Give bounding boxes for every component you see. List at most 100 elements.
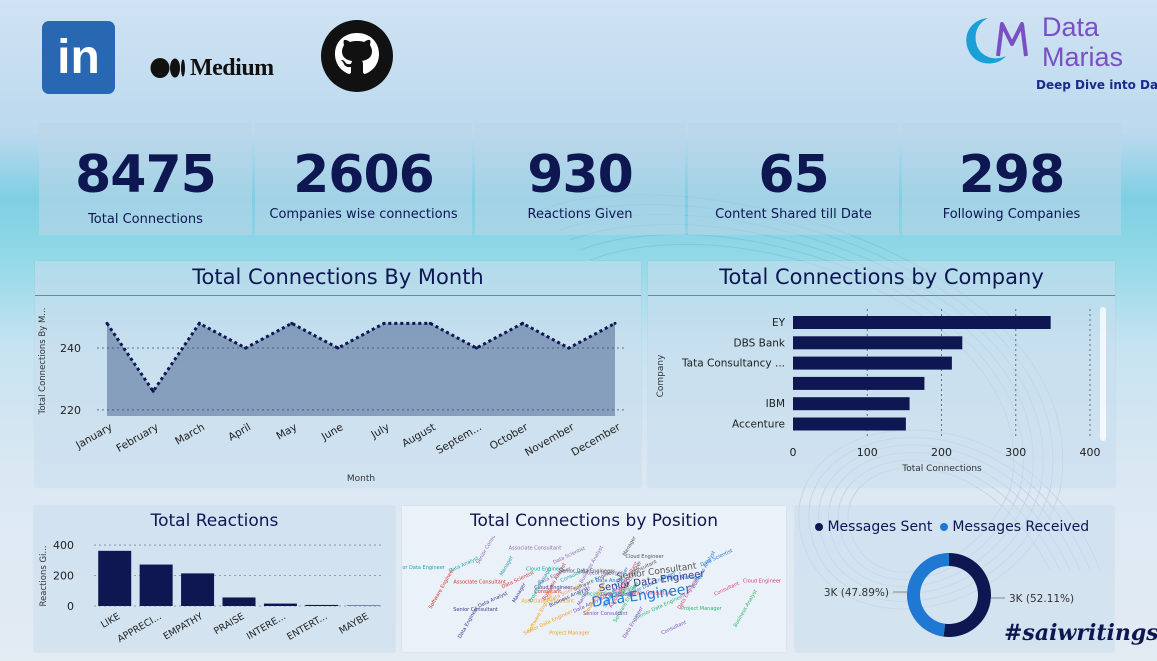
x-tick-label: April xyxy=(226,421,253,443)
y-tick-label: 200 xyxy=(53,570,74,583)
kpi-label: Total Connections xyxy=(88,212,203,227)
bar xyxy=(793,376,925,390)
legend-dot-received xyxy=(939,523,948,531)
brand-name-line2: Marias xyxy=(1042,42,1124,72)
word: Consultant xyxy=(713,581,740,598)
kpi-value: 298 xyxy=(958,145,1066,205)
word: Senior Consultant xyxy=(475,536,502,566)
legend-dot-sent xyxy=(815,523,823,531)
x-tick-label: EMPATHY xyxy=(162,611,206,643)
y-tick-label: 220 xyxy=(60,404,81,417)
data-marias-brand: Data Marias Deep Dive into Data xyxy=(958,10,1157,95)
bar xyxy=(305,604,339,606)
word: Senior Data Engineer xyxy=(559,568,613,574)
bar xyxy=(793,417,906,431)
bar xyxy=(793,316,1051,329)
bar xyxy=(793,356,952,370)
x-tick-label: LIKE xyxy=(99,611,122,631)
x-tick-label: Septem... xyxy=(434,421,484,457)
x-tick-label: August xyxy=(400,421,438,450)
word: Cloud Engineer xyxy=(625,554,664,560)
slice-label: 3K (52.11%) xyxy=(1009,593,1074,605)
category-label: IBM xyxy=(766,398,785,410)
data-point xyxy=(105,321,109,325)
kpi-value: 65 xyxy=(758,145,829,205)
brand-tagline: Deep Dive into Data xyxy=(1036,78,1157,92)
panel-connections-by-month: Total Connections By Month 220 240 January… xyxy=(35,261,641,487)
chart-title: Total Connections by Company xyxy=(719,265,1044,289)
medium-logo-text: Medium xyxy=(190,54,274,81)
data-point xyxy=(613,321,617,325)
kpi-label: Content Shared till Date xyxy=(715,207,872,222)
x-tick-label: May xyxy=(274,421,299,442)
legend-label-received: Messages Received xyxy=(952,519,1090,535)
area-fill xyxy=(107,323,615,416)
data-point xyxy=(244,346,248,350)
kpi-card-following-companies: 298 Following Companies xyxy=(902,123,1121,235)
bar xyxy=(222,597,256,606)
kpi-card-content-shared: 65 Content Shared till Date xyxy=(688,123,899,235)
data-point xyxy=(428,321,432,325)
data-point xyxy=(290,321,294,325)
category-label: Accenture xyxy=(732,419,785,431)
medium-icon xyxy=(150,58,185,78)
kpi-label: Following Companies xyxy=(942,207,1081,222)
medium-logo[interactable]: Medium xyxy=(150,53,274,83)
x-tick-label: March xyxy=(173,421,207,447)
linkedin-logo-text: in xyxy=(57,31,100,84)
y-tick-label: 400 xyxy=(53,539,74,552)
slice-label: 3K (47.89%) xyxy=(824,587,889,599)
kpi-card-total-connections: 8475 Total Connections xyxy=(39,123,252,235)
x-tick-label: December xyxy=(569,421,623,459)
data-point xyxy=(197,321,201,325)
x-tick-label: APPRECI... xyxy=(116,611,164,645)
category-label: DBS Bank xyxy=(734,337,786,349)
x-tick-label: July xyxy=(368,421,391,441)
word: Cloud Engineer xyxy=(743,579,782,585)
kpi-label: Reactions Given xyxy=(527,207,633,222)
kpi-value: 8475 xyxy=(75,145,217,205)
donut-slice xyxy=(943,553,991,637)
kpi-card-company-connections: 2606 Companies wise connections xyxy=(255,123,472,235)
x-tick-label: PRAISE xyxy=(212,611,246,637)
bar xyxy=(98,550,132,606)
category-label: Tata Consultancy ... xyxy=(681,358,785,370)
word: Associate Consultant xyxy=(509,546,562,552)
y-axis-label: Reactions Gi... xyxy=(39,545,49,606)
kpi-label: Companies wise connections xyxy=(269,207,458,222)
x-tick-label: June xyxy=(319,421,346,443)
bar xyxy=(793,397,910,411)
total-reactions-chart: 0 200 400 LIKEAPPRECI...EMPATHY PRAISEINTERE… xyxy=(39,539,384,645)
word: Manager xyxy=(499,554,516,577)
connections-by-company-chart: 0 100 200 300 400 EY DBS Bank Tata Consultancy … xyxy=(656,309,1101,474)
data-point xyxy=(151,389,155,393)
data-point xyxy=(336,346,340,350)
y-axis-label: Company xyxy=(656,354,666,397)
x-tick-label: 400 xyxy=(1080,446,1101,459)
kpi-card-reactions-given: 930 Reactions Given xyxy=(475,123,685,235)
x-tick-label: 300 xyxy=(1005,446,1026,459)
x-tick-label: 100 xyxy=(857,446,878,459)
bar xyxy=(139,564,173,606)
chart-title: Total Connections By Month xyxy=(192,265,484,289)
chart-title: Total Connections by Position xyxy=(469,511,718,531)
scrollbar[interactable] xyxy=(1100,307,1106,441)
word: Data Scientist xyxy=(700,548,734,568)
chart-title: Total Reactions xyxy=(150,511,279,531)
linkedin-logo[interactable]: in xyxy=(42,21,115,94)
x-tick-label: MAYBE xyxy=(337,611,370,637)
x-tick-label: INTERE... xyxy=(245,611,288,642)
data-point xyxy=(521,321,525,325)
github-icon[interactable] xyxy=(320,19,394,93)
bar xyxy=(181,573,215,606)
x-tick-label: February xyxy=(114,421,160,455)
y-axis-label: Total Connections By M... xyxy=(38,308,48,416)
connections-by-month-chart: 220 240 January February March April May June Ju… xyxy=(38,308,625,484)
word: Data Analyst xyxy=(448,555,480,574)
data-point xyxy=(567,346,571,350)
panel-total-reactions: Total Reactions 0 200 400 LIKE APPRECI... EMP… xyxy=(34,506,395,652)
x-axis-label: Total Connections xyxy=(901,464,982,474)
word: Senior Data Engineer xyxy=(402,565,446,571)
word: Consultant xyxy=(660,620,687,637)
bar xyxy=(263,603,297,606)
